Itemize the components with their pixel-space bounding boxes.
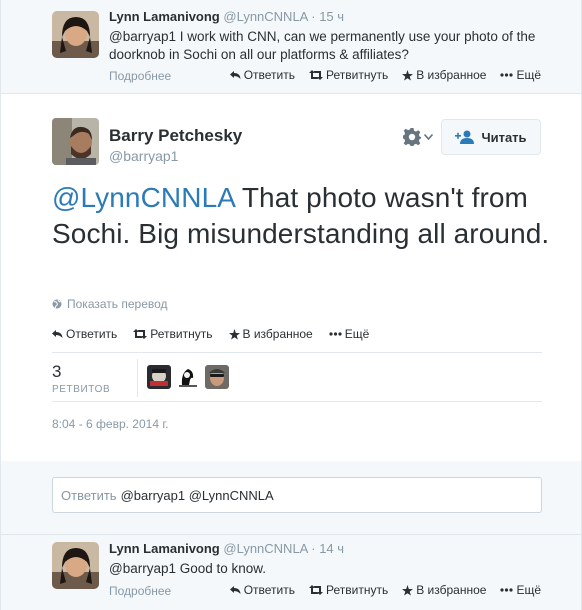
star-icon bbox=[228, 328, 240, 340]
mention-link[interactable]: @LynnCNNLA bbox=[52, 182, 234, 213]
fullname[interactable]: Lynn Lamanivong bbox=[109, 541, 220, 556]
favorite-button[interactable]: В избранное bbox=[402, 68, 486, 82]
more-label: Ещё bbox=[344, 327, 370, 341]
reply-area: Ответить @barryap1 @LynnCNNLA bbox=[0, 461, 582, 534]
favorite-label: В избранное bbox=[416, 68, 487, 82]
tweet-actions: Ответить Ретвитнуть В избранное Ещё bbox=[52, 327, 369, 341]
more-button[interactable]: Ещё bbox=[500, 583, 541, 597]
reply-icon bbox=[52, 330, 63, 338]
retweet-label: Ретвитнуть bbox=[326, 583, 389, 597]
tweet-footer: Подробнее Ответить Ретвитнуть В избранно… bbox=[109, 583, 541, 601]
retweet-icon bbox=[309, 585, 323, 595]
reply-button[interactable]: Ответить bbox=[229, 583, 295, 597]
main-tweet: Barry Petchesky @barryap1 Читать @LynnCN… bbox=[0, 94, 582, 461]
gear-icon bbox=[403, 128, 421, 146]
more-label: Ещё bbox=[516, 583, 541, 597]
retweet-icon bbox=[133, 329, 148, 339]
reply-input[interactable]: Ответить @barryap1 @LynnCNNLA bbox=[52, 477, 542, 513]
star-icon bbox=[402, 69, 414, 81]
handle[interactable]: @barryap1 bbox=[109, 148, 178, 164]
favorite-button[interactable]: В избранное bbox=[402, 583, 486, 597]
reply-placeholder: Ответить bbox=[61, 487, 117, 503]
more-label: Ещё bbox=[516, 68, 541, 82]
retweet-label: Ретвитнуть bbox=[326, 68, 389, 82]
avatar[interactable] bbox=[147, 365, 171, 389]
translate-link[interactable]: Показать перевод bbox=[52, 297, 168, 311]
translate-label: Показать перевод bbox=[67, 297, 168, 311]
reply-label: Ответить bbox=[66, 327, 118, 341]
follow-button[interactable]: Читать bbox=[441, 119, 541, 155]
retweet-button[interactable]: Ретвитнуть bbox=[133, 327, 213, 341]
tweet-header: Lynn Lamanivong @LynnCNNLA · 14 ч bbox=[109, 541, 344, 556]
more-icon bbox=[500, 588, 514, 592]
timestamp[interactable]: · 15 ч bbox=[311, 9, 344, 24]
avatar[interactable] bbox=[52, 542, 99, 589]
add-user-icon bbox=[455, 130, 475, 144]
details-link[interactable]: Подробнее bbox=[109, 584, 171, 598]
handle[interactable]: @LynnCNNLA bbox=[223, 9, 307, 24]
more-button[interactable]: Ещё bbox=[329, 327, 370, 341]
favorite-label: В избранное bbox=[416, 583, 487, 597]
favorite-label: В избранное bbox=[242, 327, 313, 341]
tweet-text: @LynnCNNLA That photo wasn't from Sochi.… bbox=[52, 180, 552, 252]
fullname[interactable]: Lynn Lamanivong bbox=[109, 9, 220, 24]
context-tweet-bottom[interactable]: Lynn Lamanivong @LynnCNNLA · 14 ч @barry… bbox=[0, 534, 582, 610]
retweet-button[interactable]: Ретвитнуть bbox=[309, 583, 388, 597]
tweet-date[interactable]: 8:04 - 6 февр. 2014 г. bbox=[52, 417, 169, 431]
more-icon bbox=[329, 332, 342, 336]
reply-icon bbox=[229, 586, 241, 594]
divider bbox=[137, 359, 138, 397]
avatar[interactable] bbox=[52, 11, 99, 58]
tweet-footer: Подробнее Ответить Ретвитнуть В избранно… bbox=[109, 68, 541, 86]
star-icon bbox=[402, 584, 414, 596]
avatar[interactable] bbox=[205, 365, 229, 389]
tweet-text: @barryap1 I work with CNN, can we perman… bbox=[109, 29, 536, 62]
favorite-button[interactable]: В избранное bbox=[228, 327, 313, 341]
retweet-count-label: РЕТВИТОВ bbox=[52, 384, 111, 395]
reply-icon bbox=[229, 71, 241, 79]
retweeter-avatars bbox=[147, 365, 229, 389]
fullname[interactable]: Barry Petchesky bbox=[109, 126, 242, 146]
reply-label: Ответить bbox=[243, 68, 295, 82]
tweet-actions: Ответить Ретвитнуть В избранное Ещё bbox=[229, 583, 541, 597]
settings-dropdown[interactable] bbox=[403, 128, 433, 146]
reply-label: Ответить bbox=[243, 583, 295, 597]
handle[interactable]: @LynnCNNLA bbox=[223, 541, 307, 556]
tweet-header: Lynn Lamanivong @LynnCNNLA · 15 ч bbox=[109, 9, 344, 24]
details-link[interactable]: Подробнее bbox=[109, 69, 171, 83]
tweet-stats: 3 РЕТВИТОВ bbox=[52, 352, 542, 402]
retweet-icon bbox=[309, 70, 323, 80]
chevron-down-icon bbox=[424, 134, 433, 140]
globe-icon bbox=[52, 299, 62, 309]
context-tweet-top[interactable]: Lynn Lamanivong @LynnCNNLA · 15 ч @barry… bbox=[0, 0, 582, 94]
retweet-button[interactable]: Ретвитнуть bbox=[309, 68, 388, 82]
timestamp[interactable]: · 14 ч bbox=[311, 541, 344, 556]
reply-button[interactable]: Ответить bbox=[52, 327, 117, 341]
more-icon bbox=[500, 73, 514, 77]
tweet-actions: Ответить Ретвитнуть В избранное Ещё bbox=[229, 68, 541, 82]
follow-label: Читать bbox=[481, 129, 527, 145]
retweet-label: Ретвитнуть bbox=[150, 327, 213, 341]
avatar[interactable] bbox=[52, 118, 99, 165]
tweet-text: @barryap1 Good to know. bbox=[109, 561, 267, 576]
reply-button[interactable]: Ответить bbox=[229, 68, 295, 82]
retweet-count: 3 bbox=[52, 362, 62, 381]
more-button[interactable]: Ещё bbox=[500, 68, 541, 82]
avatar[interactable] bbox=[176, 365, 200, 389]
reply-value: @barryap1 @LynnCNNLA bbox=[120, 487, 274, 503]
